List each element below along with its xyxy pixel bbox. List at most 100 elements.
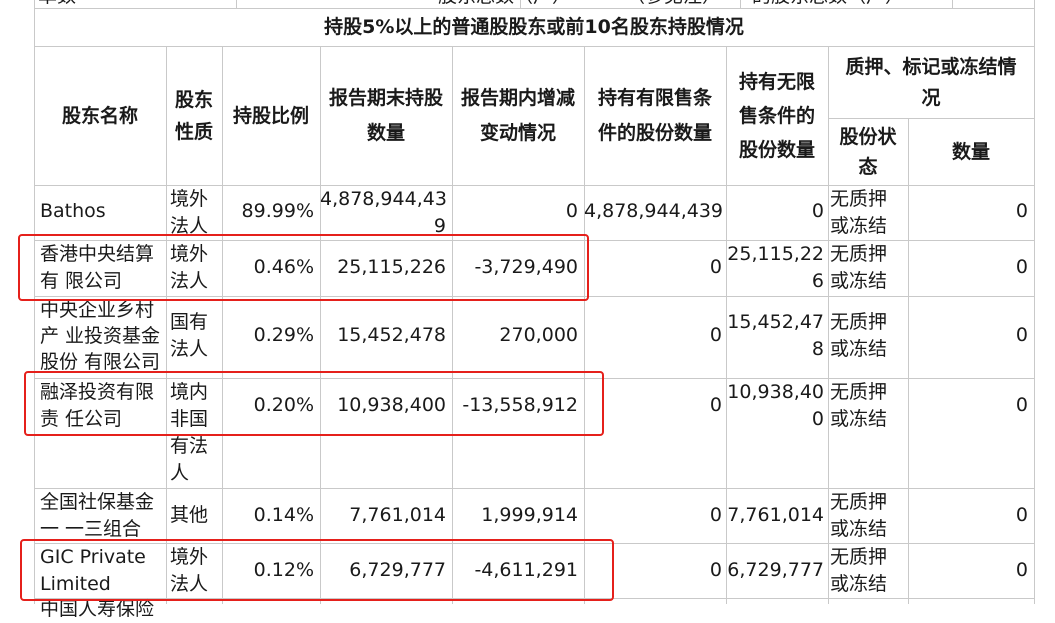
cell-shareholder-name: GIC Private Limited — [34, 544, 166, 598]
cell-change: -3,729,490 — [474, 256, 578, 278]
cell-restricted: 4,878,944,439 — [584, 200, 724, 222]
cell-nature-line: 法人 — [170, 573, 209, 595]
cell-nature-line: 境内 — [170, 381, 209, 403]
header-quantity: 数量 — [951, 140, 990, 163]
header-restricted-line: 持有有限售条 — [597, 87, 712, 109]
cell-share-status-line: 或冻结 — [830, 270, 888, 292]
cell-nature: 境外 法人 — [166, 544, 222, 598]
cell-restricted: 0 — [709, 559, 722, 581]
cell-end-holding-line: 9 — [433, 215, 446, 237]
cell-nature: 国有 法人 — [166, 309, 222, 363]
cell-shareholder-name-line: 全国社保基金 — [40, 491, 155, 513]
cell-ratio: 0.20% — [253, 394, 314, 416]
header-unrestricted-line: 售条件的 — [738, 104, 815, 127]
cell-shareholder-name: 中央企业乡村产 业投资基金 股份 有限公司 — [34, 297, 166, 375]
cell-unrestricted-line: 8 — [811, 338, 824, 360]
header-change-line: 报告期内增减 — [460, 87, 575, 109]
cell-shareholder-name-line: 融泽投资有限 — [40, 381, 155, 403]
cell-end-holding-line: 4,878,944,43 — [320, 188, 447, 210]
cell-shareholder-name-line: 股份 有限公司 — [40, 351, 161, 373]
bottom-partial-cell: 中国人寿保险 — [40, 598, 155, 620]
cell-unrestricted: 15,452,47 8 — [726, 309, 828, 363]
cell-nature-line: 法人 — [170, 215, 209, 237]
cell-change: 270,000 — [499, 324, 578, 346]
cell-nature-line: 人 — [170, 462, 190, 484]
cell-share-status-line: 或冻结 — [830, 215, 888, 237]
cell-unrestricted-line: 0 — [811, 408, 824, 430]
cell-nature: 其他 — [170, 504, 209, 526]
cell-ratio: 0.14% — [253, 504, 314, 526]
cell-share-status-line: 无质押 — [830, 243, 888, 265]
header-nature-line: 性质 — [174, 120, 213, 143]
cell-ratio: 0.29% — [253, 324, 314, 346]
header-share-status-line: 股份状 — [839, 126, 897, 148]
cell-quantity: 0 — [1015, 200, 1028, 222]
cell-unrestricted: 25,115,22 6 — [726, 241, 828, 295]
cell-end-holding: 6,729,777 — [349, 559, 446, 581]
cell-ratio: 0.46% — [253, 256, 314, 278]
cell-shareholder-name-line: 一 一三组合 — [40, 518, 142, 540]
header-change-line: 变动情况 — [479, 122, 556, 144]
grid-line — [34, 296, 1035, 297]
cell-change: -4,611,291 — [474, 559, 578, 581]
cell-unrestricted-line: 25,115,22 — [727, 243, 824, 265]
cell-share-status-line: 或冻结 — [830, 408, 888, 430]
grid-line — [1034, 0, 1035, 604]
header-restricted: 持有有限售条 件的股份数量 — [584, 47, 726, 185]
cell-change: -13,558,912 — [462, 394, 578, 416]
cell-quantity: 0 — [1015, 504, 1028, 526]
cell-share-status-line: 无质押 — [830, 311, 888, 333]
cell-share-status: 无质押 或冻结 — [828, 186, 908, 240]
grid-line — [952, 0, 953, 8]
header-shareholder-name: 股东名称 — [61, 104, 138, 127]
cell-share-status-line: 或冻结 — [830, 573, 888, 595]
header-nature-line: 股东 — [174, 88, 213, 111]
cell-end-holding: 15,452,478 — [337, 324, 446, 346]
cell-share-status-line: 或冻结 — [830, 338, 888, 360]
cell-nature: 境外 法人 — [166, 186, 222, 240]
cell-shareholder-name: 香港中央结算有 限公司 — [34, 241, 166, 295]
cell-nature-line: 境外 — [170, 243, 209, 265]
cell-end-holding: 10,938,400 — [337, 394, 446, 416]
cell-nature-line: 国有 — [170, 311, 209, 333]
cell-unrestricted: 7,761,014 — [727, 504, 824, 526]
header-nature: 股东 性质 — [166, 47, 222, 185]
header-unrestricted: 持有无限 售条件的 股份数量 — [726, 47, 828, 185]
cell-unrestricted-line: 6 — [811, 270, 824, 292]
cell-shareholder-name: 融泽投资有限责 任公司 — [34, 379, 166, 433]
cell-nature: 境内 非国 有法人 — [166, 379, 222, 487]
cell-restricted: 0 — [709, 504, 722, 526]
header-restricted-line: 件的股份数量 — [597, 122, 712, 144]
header-unrestricted-line: 股份数量 — [738, 138, 815, 161]
cell-end-holding: 4,878,944,43 9 — [320, 186, 452, 240]
cell-quantity: 0 — [1015, 324, 1028, 346]
cell-shareholder-name: 全国社保基金一 一三组合 — [34, 489, 166, 543]
cell-share-status: 无质押 或冻结 — [828, 379, 908, 433]
cell-nature-line: 法人 — [170, 338, 209, 360]
cell-unrestricted: 10,938,40 0 — [726, 379, 828, 433]
grid-line — [740, 0, 741, 8]
grid-line — [236, 0, 237, 8]
cell-share-status-line: 无质押 — [830, 381, 888, 403]
grid-line — [908, 118, 909, 604]
cell-ratio: 0.12% — [253, 559, 314, 581]
cell-share-status-line: 无质押 — [830, 491, 888, 513]
cell-nature-line: 非国 — [170, 408, 209, 430]
cell-restricted: 0 — [709, 256, 722, 278]
cell-shareholder-name-line: 产 业投资基金 — [40, 325, 161, 347]
cell-change: 0 — [565, 200, 578, 222]
cell-restricted: 0 — [709, 394, 722, 416]
cell-restricted: 0 — [709, 324, 722, 346]
cell-quantity: 0 — [1015, 394, 1028, 416]
cell-end-holding: 25,115,226 — [337, 256, 446, 278]
header-ratio: 持股比例 — [232, 104, 309, 127]
header-end-holding-line: 数量 — [366, 122, 405, 144]
cell-quantity: 0 — [1015, 559, 1028, 581]
header-end-holding-line: 报告期末持股 — [328, 87, 443, 109]
cell-share-status: 无质押 或冻结 — [828, 489, 908, 543]
cell-change: 1,999,914 — [481, 504, 578, 526]
header-change: 报告期内增减 变动情况 — [452, 47, 584, 185]
cell-ratio: 89.99% — [241, 200, 314, 222]
cell-share-status: 无质押 或冻结 — [828, 544, 908, 598]
cell-share-status-line: 无质押 — [830, 546, 888, 568]
